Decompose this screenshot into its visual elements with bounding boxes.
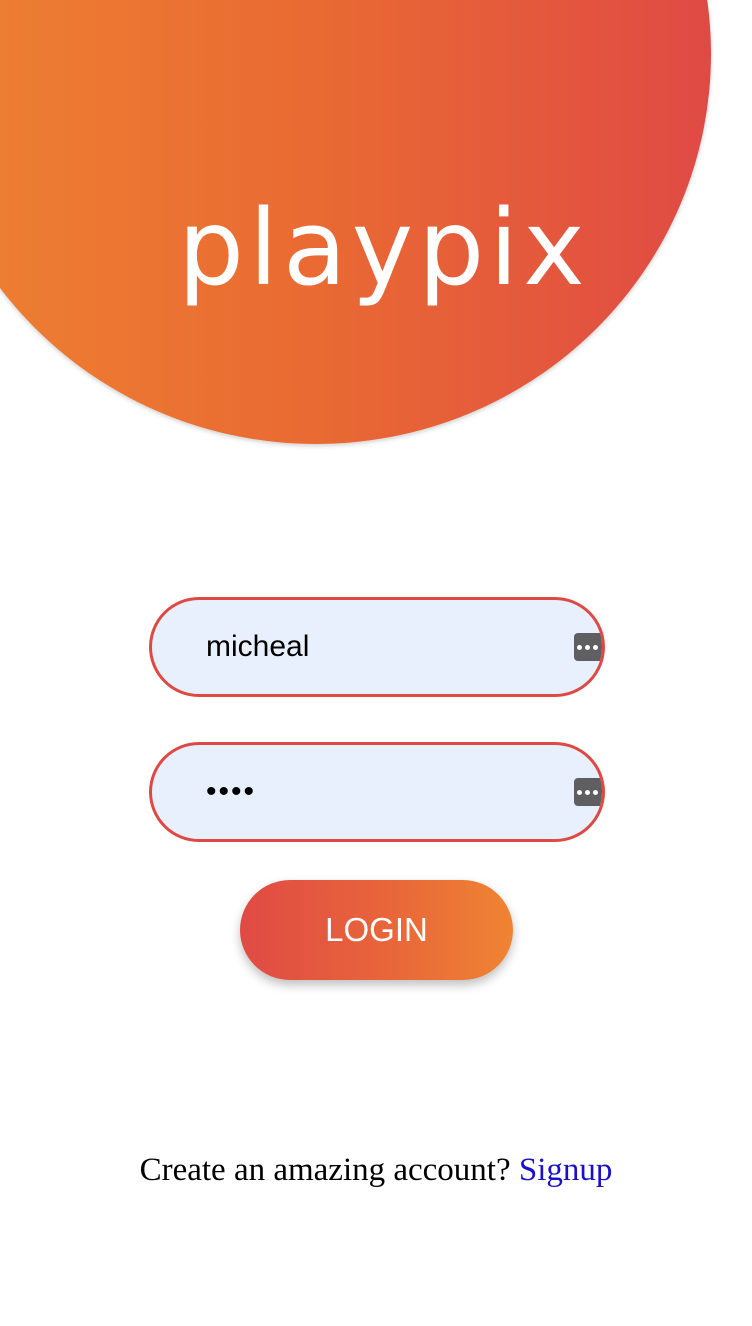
playpix-logo: playpix — [178, 187, 590, 309]
password-field[interactable] — [149, 742, 605, 842]
signup-prompt: Create an amazing account? Signup — [0, 1152, 752, 1189]
password-manager-icon[interactable] — [574, 778, 602, 806]
username-input[interactable] — [206, 600, 556, 694]
password-manager-icon[interactable] — [574, 633, 602, 661]
login-button[interactable]: LOGIN — [240, 880, 513, 980]
login-screen: playpix LOGIN Create an amazing account?… — [0, 0, 752, 1326]
signup-prompt-text: Create an amazing account? — [139, 1152, 511, 1188]
password-input[interactable] — [206, 745, 556, 839]
signup-link[interactable]: Signup — [519, 1152, 613, 1188]
username-field[interactable] — [149, 597, 605, 697]
